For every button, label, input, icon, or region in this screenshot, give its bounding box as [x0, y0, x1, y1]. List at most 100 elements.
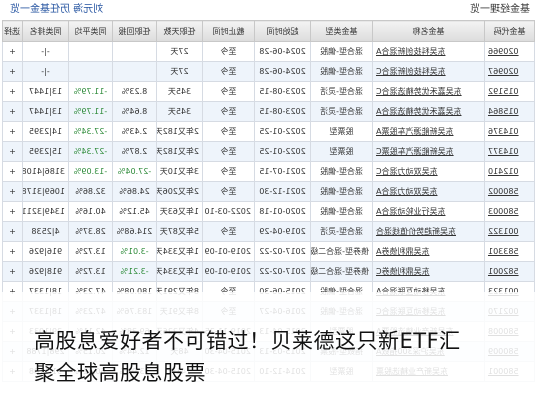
tenure-days-cell: 345天: [156, 101, 203, 122]
fund-name-link[interactable]: 东吴鼎利债券A: [372, 241, 485, 262]
table-row: 015192 东吴嘉禾优势精选混合C 混合型-灵活 2023-08-15 至今 345天 8…: [2, 81, 535, 102]
select-cell[interactable]: +: [2, 201, 23, 222]
fund-name-link[interactable]: 东吴嘉禾优势精选混合C: [372, 81, 485, 102]
fund-code-link[interactable]: 580002: [484, 181, 535, 202]
column-header[interactable]: 基金名称: [372, 20, 485, 42]
tenure-return-cell: -27.04%: [112, 161, 157, 182]
start-date-cell: 2021-07-15: [254, 161, 311, 182]
headline-line-2[interactable]: 聚全球高股息股票: [34, 357, 534, 389]
peer-rank-cell: -|-: [22, 61, 69, 82]
screenshot-stage: 基金经理一览 刘元海 历任基金一览 基金代码 基金名称 基金类型 起始时间 截止时间 任职…: [0, 0, 538, 400]
fund-code-link[interactable]: 001322: [484, 221, 535, 242]
tenure-return-cell: 24.86%: [112, 181, 157, 202]
select-cell[interactable]: +: [2, 221, 23, 242]
select-cell[interactable]: +: [2, 61, 23, 82]
column-header[interactable]: 同类排名: [22, 20, 69, 42]
peer-rank-cell: 15|2395: [22, 141, 69, 162]
start-date-cell: 2021-12-30: [254, 181, 311, 202]
select-cell[interactable]: +: [2, 141, 23, 162]
select-cell[interactable]: +: [2, 121, 23, 142]
fund-name-link[interactable]: 东吴鼎利债券C: [372, 261, 485, 282]
fund-type-cell: 混合型-偏股: [310, 181, 373, 202]
end-date-cell: 至今: [202, 181, 255, 202]
select-cell[interactable]: +: [2, 101, 23, 122]
peer-average-cell: -27.34%: [68, 121, 113, 142]
select-cell[interactable]: +: [2, 41, 23, 62]
fund-code-link[interactable]: 014376: [484, 121, 535, 142]
column-header[interactable]: 基金代码: [484, 20, 535, 42]
end-date-cell: 2022-03-10: [202, 201, 255, 222]
end-date-cell: 2019-01-09: [202, 241, 255, 262]
tenure-days-cell: 1年又334天: [156, 241, 203, 262]
manager-name[interactable]: 刘元海: [73, 0, 103, 20]
start-date-cell: 2019-04-29: [254, 221, 311, 242]
peer-rank-cell: -|-: [22, 41, 69, 62]
peer-rank-cell: 14|2395: [22, 121, 69, 142]
table-row: 020967 东吴科技创新混合C 混合型-偏股 2024-06-28 至今 27天 -|- +: [2, 61, 535, 82]
fund-code-link[interactable]: 012410: [484, 161, 535, 182]
peer-rank-cell: 4|2538: [22, 221, 69, 242]
fund-type-cell: 债券型-混合二级: [310, 261, 373, 282]
fund-type-cell: 混合型-灵活: [310, 101, 373, 122]
news-headline[interactable]: 高股息爱好者不可错过！贝莱德这只新ETF汇 聚全球高股息股票: [34, 325, 534, 389]
table-row: 014377 东吴新能源汽车股票C 股票型 2022-01-25 至今 2年又182天 2.…: [2, 141, 535, 162]
select-cell[interactable]: +: [2, 241, 23, 262]
panel-title: 基金经理一览: [470, 4, 530, 15]
tenure-days-cell: 1年又334天: [156, 261, 203, 282]
select-cell[interactable]: +: [2, 261, 23, 282]
fund-name-link[interactable]: 东吴行业轮动混合A: [372, 201, 485, 222]
fund-name-link[interactable]: 东吴双动力混合C: [372, 161, 485, 182]
peer-rank-cell: 1069|3178: [22, 181, 69, 202]
start-date-cell: 2017-02-22: [254, 261, 311, 282]
end-date-cell: 至今: [202, 141, 255, 162]
fund-code-link[interactable]: 580003: [484, 201, 535, 222]
column-header[interactable]: 任职回报: [112, 20, 157, 42]
select-cell[interactable]: +: [2, 81, 23, 102]
tenure-return-cell: -3.21%: [112, 261, 157, 282]
fund-code-link[interactable]: 582001: [484, 261, 535, 282]
fund-name-link[interactable]: 东吴科技创新混合A: [372, 41, 485, 62]
fund-name-link[interactable]: 东吴嘉禾优势精选混合A: [372, 101, 485, 122]
history-tab-label[interactable]: 历任基金一览: [10, 0, 70, 20]
peer-average-cell: [68, 61, 113, 82]
peer-rank-cell: 918|926: [22, 261, 69, 282]
headline-line-1[interactable]: 高股息爱好者不可错过！贝莱德这只新ETF汇: [34, 325, 534, 357]
column-header[interactable]: 选择: [2, 20, 23, 42]
select-cell[interactable]: +: [2, 161, 23, 182]
tenure-return-cell: 214.68%: [112, 221, 157, 242]
fund-type-cell: 股票型: [310, 121, 373, 142]
table-row: 020966 东吴科技创新混合A 混合型-偏股 2024-06-28 至今 27天 -|- +: [2, 41, 535, 62]
column-header[interactable]: 基金类型: [310, 20, 373, 42]
fund-type-cell: 混合型-偏股: [310, 201, 373, 222]
peer-average-cell: -11.79%: [68, 101, 113, 122]
fund-name-link[interactable]: 东吴新能源汽车股票C: [372, 141, 485, 162]
column-header[interactable]: 同类平均: [68, 20, 113, 42]
tenure-days-cell: 1年又63天: [156, 201, 203, 222]
fund-code-link[interactable]: 015192: [484, 81, 535, 102]
fund-name-link[interactable]: 东吴新趋势价值线混合: [372, 221, 485, 242]
manager-tab[interactable]: 刘元海 历任基金一览: [10, 0, 103, 20]
end-date-cell: 至今: [202, 121, 255, 142]
fund-name-link[interactable]: 东吴科技创新混合C: [372, 61, 485, 82]
column-header[interactable]: 任职天数: [156, 20, 203, 42]
fund-name-link[interactable]: 东吴新能源汽车股票A: [372, 121, 485, 142]
column-header[interactable]: 起始时间: [254, 20, 311, 42]
fund-type-cell: 混合型-偏股: [310, 161, 373, 182]
peer-average-cell: 32.86%: [68, 181, 113, 202]
tenure-days-cell: 2年又182天: [156, 121, 203, 142]
select-cell[interactable]: +: [2, 181, 23, 202]
table-row: 580003 东吴行业轮动混合A 混合型-偏股 2020-01-18 2022-03-1…: [2, 201, 535, 222]
fund-code-link[interactable]: 015864: [484, 101, 535, 122]
fund-code-link[interactable]: 020967: [484, 61, 535, 82]
panel-title-bar: 基金经理一览 刘元海 历任基金一览: [0, 0, 538, 20]
table-row: 014376 东吴新能源汽车股票A 股票型 2022-01-25 至今 2年又182天 2.…: [2, 121, 535, 142]
fund-code-link[interactable]: 020966: [484, 41, 535, 62]
fund-code-link[interactable]: 583301: [484, 241, 535, 262]
column-header[interactable]: 截止时间: [202, 20, 255, 42]
tenure-days-cell: 27天: [156, 41, 203, 62]
tenure-days-cell: 2年又182天: [156, 141, 203, 162]
peer-rank-cell: 3186|4108: [22, 161, 69, 182]
fund-name-link[interactable]: 东吴双动力混合A: [372, 181, 485, 202]
tenure-days-cell: 5年又87天: [156, 221, 203, 242]
fund-code-link[interactable]: 014377: [484, 141, 535, 162]
